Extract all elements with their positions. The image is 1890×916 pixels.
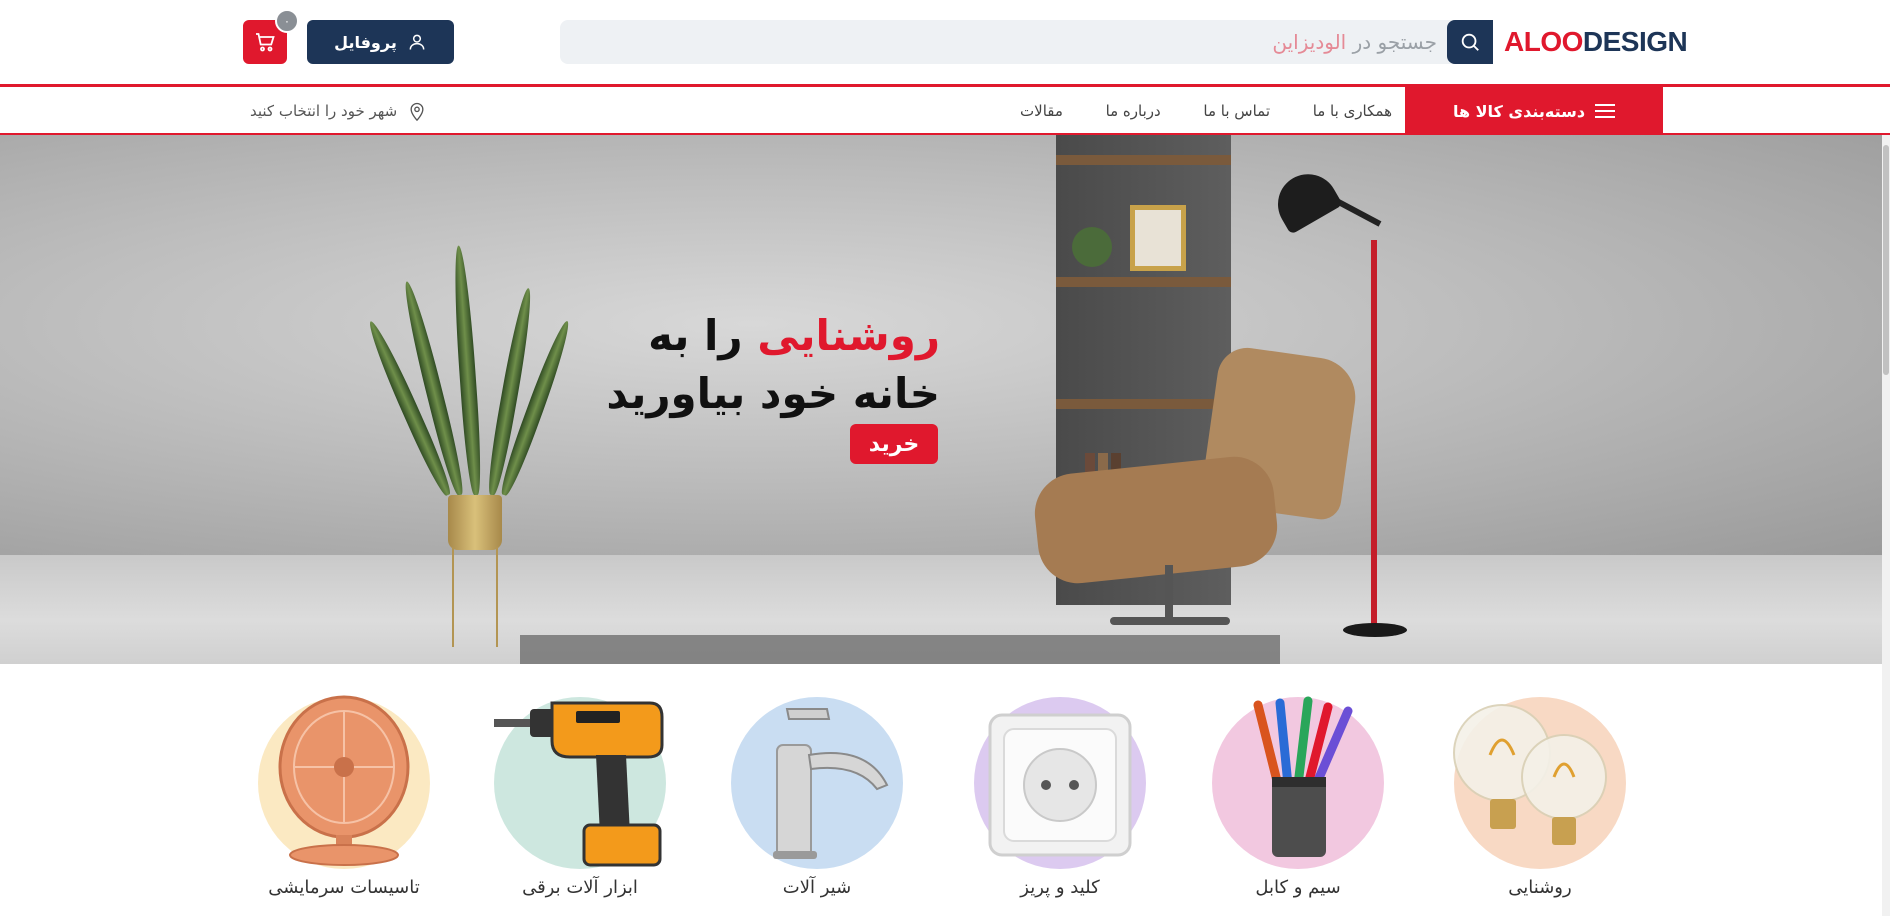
category-lighting[interactable]: روشنایی (1440, 685, 1640, 916)
logo-part-design: DESIGN (1582, 26, 1688, 57)
hero-headline-line1: روشنایی را به (600, 307, 940, 365)
hero-banner[interactable]: روشنایی را به خانه خود بیاورید خرید (0, 135, 1882, 664)
nav-link-about[interactable]: درباره ما (1106, 102, 1161, 120)
search-placeholder-prefix: جستجو در (1352, 30, 1437, 54)
hero-armchair-foot (1110, 617, 1230, 625)
search-button[interactable] (1447, 20, 1493, 64)
hero-shelf (1056, 277, 1231, 287)
search-placeholder-brand: الودیزاین (1272, 30, 1347, 54)
cart-icon (256, 33, 275, 52)
site-logo[interactable]: ALOODESIGN (1504, 24, 1688, 60)
category-label: تاسیسات سرمایشی (268, 877, 420, 898)
fan-icon (278, 695, 410, 866)
nav-link-articles[interactable]: مقالات (1020, 102, 1063, 120)
category-cooling[interactable]: تاسیسات سرمایشی (244, 685, 444, 916)
nav-links: همکاری با ما تماس با ما درباره ما مقالات (1020, 87, 1392, 135)
hero-headline: روشنایی را به خانه خود بیاورید (600, 307, 940, 423)
hero-headline-line2: خانه خود بیاورید (606, 369, 940, 418)
drill-icon (494, 701, 664, 867)
light-bulb-icon (1453, 704, 1607, 845)
hero-armchair-leg (1165, 565, 1173, 625)
hero-plant-stand (452, 547, 498, 647)
categories-menu-label: دسته‌بندی کالا ها (1452, 101, 1586, 121)
category-switches-sockets[interactable]: کلید و پریز (960, 685, 1160, 916)
hamburger-icon (1595, 104, 1616, 118)
logo-part-aloo: ALOO (1504, 26, 1583, 57)
category-label: ابزار آلات برقی (522, 877, 638, 898)
profile-button[interactable]: پروفایل (307, 20, 454, 64)
category-cables[interactable]: سیم و کابل (1198, 685, 1398, 916)
hero-small-plant (1072, 227, 1112, 267)
nav-link-contact[interactable]: تماس با ما (1203, 102, 1270, 120)
hero-floor-lamp-base (1343, 623, 1407, 637)
nav-link-cooperate[interactable]: همکاری با ما (1313, 102, 1392, 120)
categories-menu-button[interactable]: دسته‌بندی کالا ها (1405, 87, 1663, 135)
faucet-icon (773, 708, 889, 859)
location-pin-icon (410, 102, 424, 122)
search-icon (1461, 33, 1479, 51)
hero-floor-lamp-pole (1371, 240, 1377, 635)
hero-shelf (1056, 399, 1231, 409)
category-power-tools[interactable]: ابزار آلات برقی (480, 685, 680, 916)
site-header: ALOODESIGN جستجو در الودیزاین پروفایل ۰ (0, 0, 1890, 87)
hero-wall (0, 135, 1882, 555)
category-label: سیم و کابل (1255, 877, 1341, 898)
category-label: شیر آلات (782, 877, 852, 898)
city-selector-label: شهر خود را انتخاب کنید (250, 102, 398, 120)
page-scrollbar[interactable] (1882, 135, 1890, 916)
category-label: کلید و پریز (1020, 877, 1100, 898)
hero-rug (520, 635, 1280, 664)
category-label: روشنایی (1508, 877, 1572, 898)
category-faucets[interactable]: شیر آلات (717, 685, 917, 916)
profile-label: پروفایل (334, 32, 397, 52)
user-icon (409, 34, 425, 50)
hero-picture-frame (1130, 205, 1186, 271)
hero-headline-line1-rest: را به (648, 311, 743, 360)
scrollbar-thumb[interactable] (1883, 145, 1889, 375)
city-selector[interactable]: شهر خود را انتخاب کنید (250, 87, 427, 135)
hero-plant-pot (448, 495, 502, 550)
main-nav: دسته‌بندی کالا ها همکاری با ما تماس با م… (0, 87, 1890, 135)
search-input[interactable]: جستجو در الودیزاین (1272, 20, 1437, 64)
socket-icon (988, 713, 1132, 857)
hero-headline-accent: روشنایی (757, 311, 940, 360)
cable-icon (1253, 696, 1353, 857)
hero-buy-button[interactable]: خرید (850, 424, 938, 464)
hero-shelf (1056, 155, 1231, 165)
cart-count-badge: ۰ (275, 9, 299, 33)
search-bar[interactable]: جستجو در الودیزاین (560, 20, 1493, 64)
